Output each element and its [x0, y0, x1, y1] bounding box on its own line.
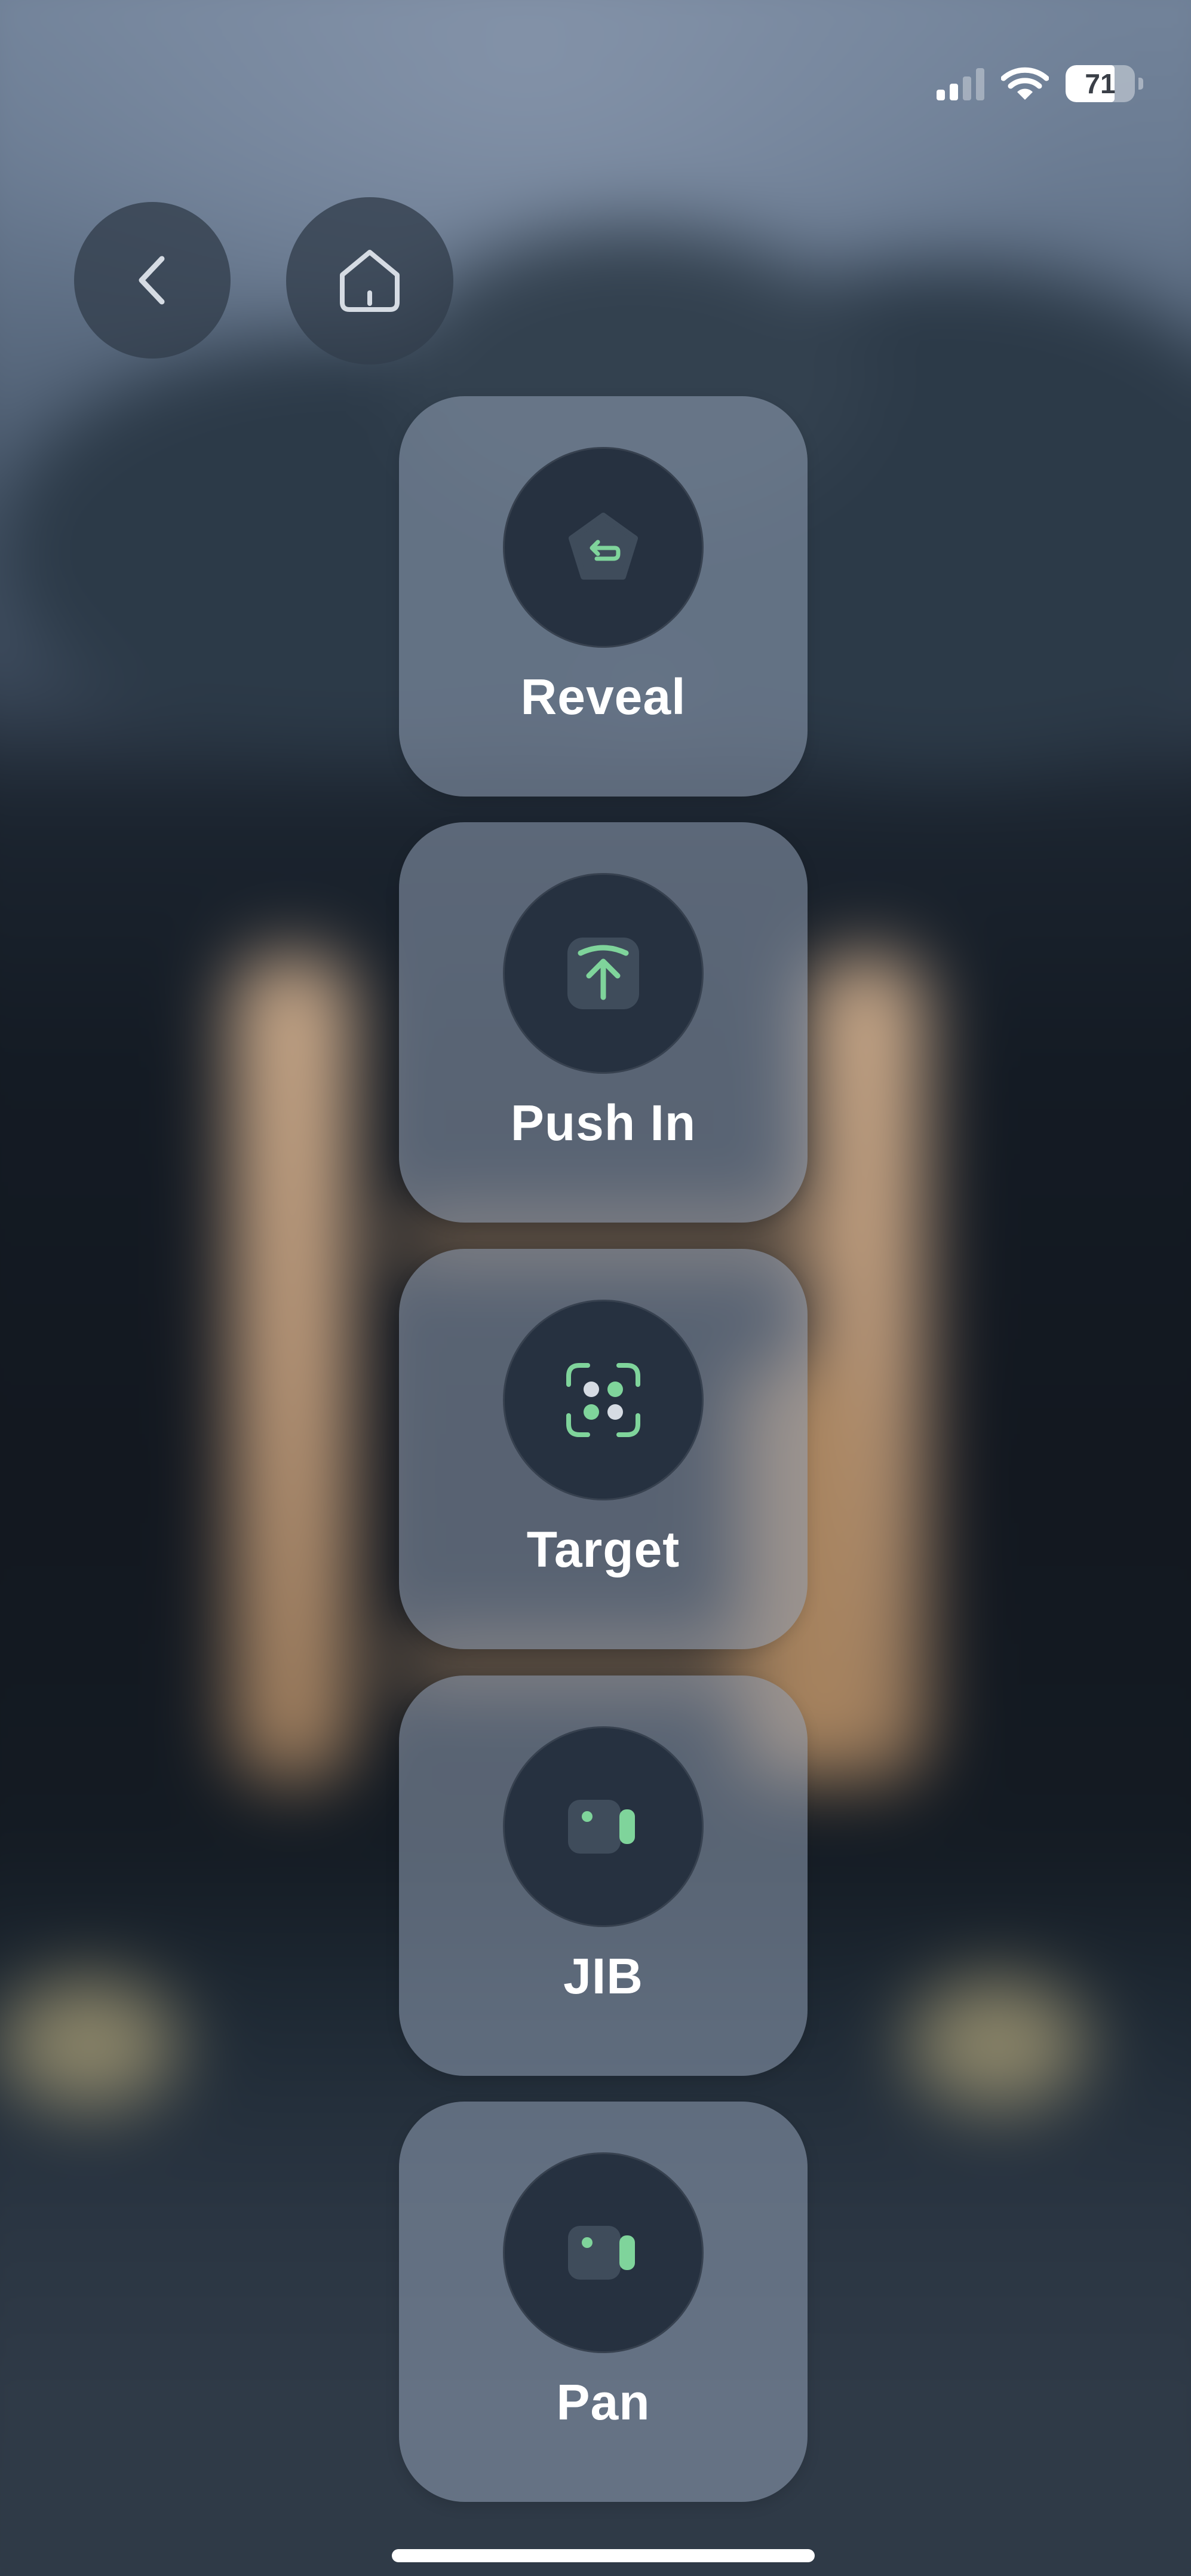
home-button[interactable]: [286, 197, 453, 365]
target-label: Target: [526, 1521, 680, 1578]
chevron-left-icon: [139, 256, 165, 305]
pan-label: Pan: [556, 2374, 650, 2430]
home-indicator[interactable]: [392, 2549, 815, 2562]
battery-nub: [1138, 78, 1143, 90]
reveal-icon: [569, 513, 638, 580]
pan-badge: [503, 2152, 704, 2353]
cellular-signal-icon: [937, 67, 984, 100]
reveal-badge: [503, 447, 704, 648]
status-bar: 71: [937, 60, 1143, 108]
reveal-label: Reveal: [520, 669, 686, 725]
battery-icon: 71: [1066, 65, 1135, 102]
pan-button[interactable]: Pan: [399, 2102, 808, 2502]
jib-label: JIB: [563, 1948, 643, 2004]
jib-badge: [503, 1726, 704, 1927]
home-icon: [340, 250, 400, 312]
target-button[interactable]: Target: [399, 1249, 808, 1649]
pan-icon: [568, 2226, 635, 2280]
push-in-icon: [567, 938, 639, 1009]
jib-icon: [568, 1800, 635, 1854]
push-in-label: Push In: [510, 1095, 696, 1151]
battery-percent: 71: [1085, 68, 1116, 99]
app-screen: 71 Reveal Push In Target JIB Pan: [0, 0, 1191, 2576]
jib-button[interactable]: JIB: [399, 1676, 808, 2076]
reveal-button[interactable]: Reveal: [399, 396, 808, 797]
push-in-badge: [503, 873, 704, 1074]
target-icon: [566, 1363, 640, 1437]
push-in-button[interactable]: Push In: [399, 822, 808, 1223]
wifi-icon: [1001, 67, 1049, 100]
target-badge: [503, 1300, 704, 1500]
back-button[interactable]: [74, 202, 231, 359]
